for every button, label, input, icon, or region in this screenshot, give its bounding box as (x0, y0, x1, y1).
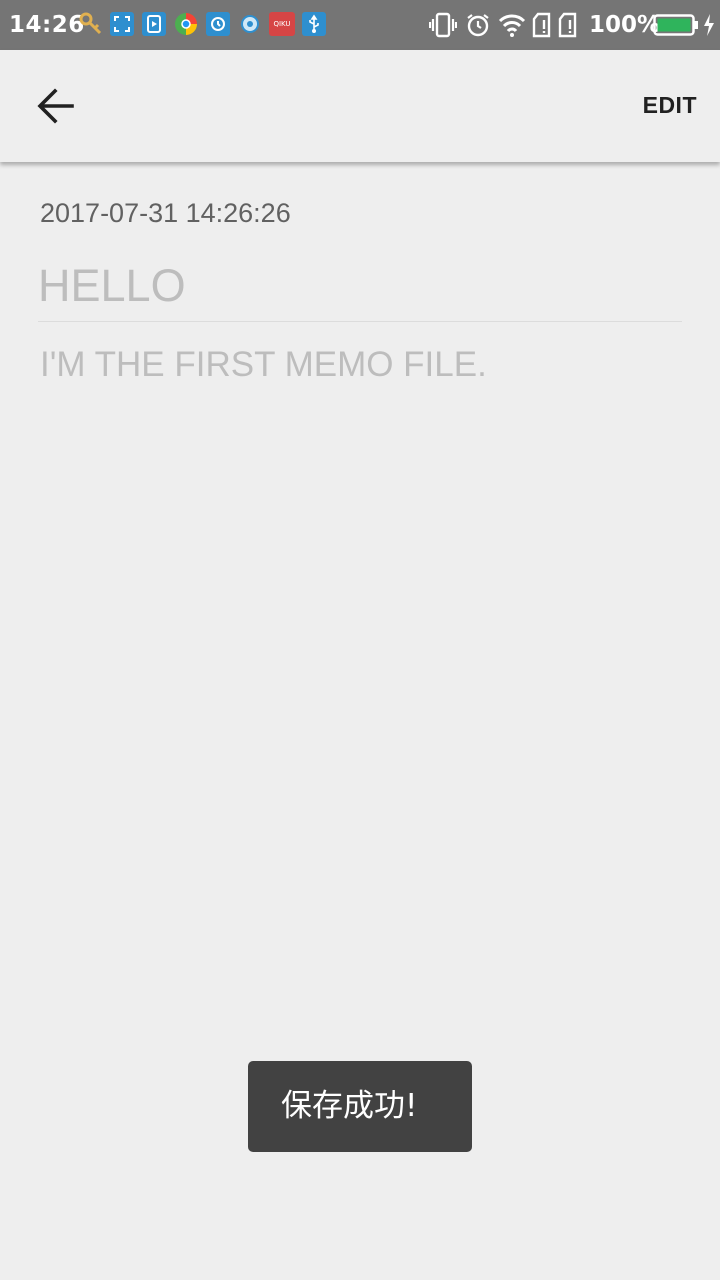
charging-icon (702, 12, 716, 42)
key-icon (79, 12, 103, 36)
alarm-icon (465, 12, 491, 42)
memo-body-field[interactable]: I'M THE FIRST MEMO FILE. (40, 343, 680, 387)
qiku-icon: QIKU (269, 12, 295, 36)
usb-icon (302, 12, 326, 36)
memo-title-field[interactable]: HELLO (38, 258, 682, 322)
app-bar: EDIT (0, 50, 720, 162)
status-bar: 14:26 QIKU 100% (0, 0, 720, 50)
arrow-left-icon (37, 88, 74, 124)
back-button[interactable] (26, 80, 82, 132)
status-time: 14:26 (9, 12, 85, 38)
wifi-icon (498, 12, 526, 42)
battery-icon (653, 13, 699, 41)
sync-icon (206, 12, 230, 36)
battery-percent: 100% (589, 12, 661, 38)
memo-date: 2017-07-31 14:26:26 (40, 198, 291, 228)
qiku-label: QIKU (273, 20, 291, 28)
vibrate-icon (428, 12, 458, 42)
browser-icon (174, 12, 198, 36)
sim2-icon (557, 12, 579, 42)
edit-button[interactable]: EDIT (643, 92, 697, 119)
toast-message: 保存成功! (248, 1061, 472, 1152)
video-icon (142, 12, 166, 36)
compass-icon (238, 12, 262, 36)
screenshot-icon (110, 12, 134, 36)
sim1-icon (531, 12, 553, 42)
